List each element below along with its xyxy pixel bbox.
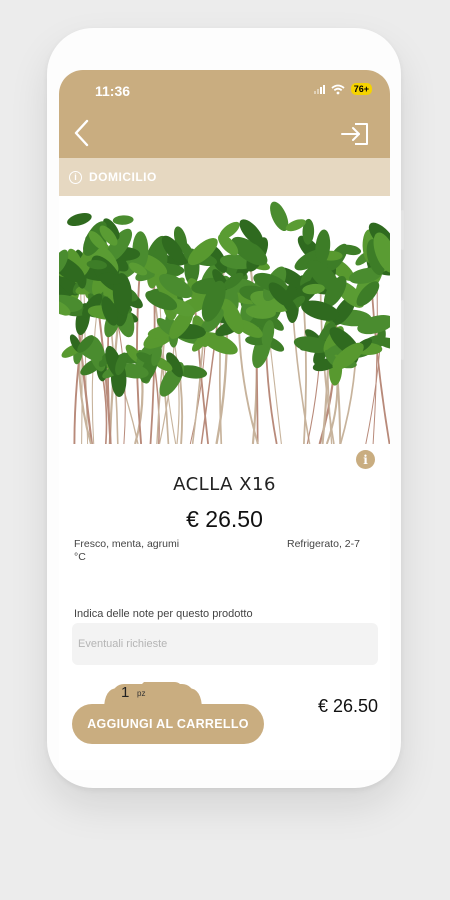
signal-icon [313, 84, 325, 94]
notes-label: Indica delle note per questo prodotto [74, 608, 253, 620]
product-price: € 26.50 [186, 506, 263, 532]
delivery-mode-label: DOMICILIO [89, 170, 157, 184]
product-description: Fresco, menta, agrumi [74, 538, 180, 550]
product-storage-unit: °C [74, 551, 86, 563]
quantity-unit: pz [137, 689, 146, 698]
product-storage: Refrigerato, 2-7 [287, 538, 360, 550]
delivery-mode-bar[interactable]: i DOMICILIO [59, 158, 390, 196]
login-icon [341, 123, 368, 145]
add-to-cart-button[interactable]: AGGIUNGI AL CARRELLO [72, 704, 264, 744]
status-time: 11:36 [95, 83, 131, 99]
battery-icon: 76+ [350, 83, 372, 95]
app-screen: 11:36 76+ i DOMICILIO i ACLLA X16 € 26.5… [59, 70, 390, 770]
microgreens-image [59, 201, 390, 444]
cart-total: € 26.50 [317, 696, 378, 716]
app-header: 11:36 76+ [59, 70, 390, 158]
wifi-icon [331, 84, 345, 94]
status-icons: 76+ [313, 83, 372, 95]
login-button[interactable] [340, 122, 370, 146]
quantity-value[interactable]: 1 [121, 684, 129, 701]
side-button [401, 210, 404, 250]
chevron-left-icon [74, 119, 89, 147]
product-name: ACLLA X16 [173, 474, 276, 495]
side-button [401, 300, 404, 360]
back-button[interactable] [71, 118, 93, 148]
product-info-button[interactable]: i [356, 450, 375, 469]
notes-input[interactable] [72, 623, 378, 665]
info-icon: i [69, 170, 82, 184]
product-image [59, 196, 390, 444]
